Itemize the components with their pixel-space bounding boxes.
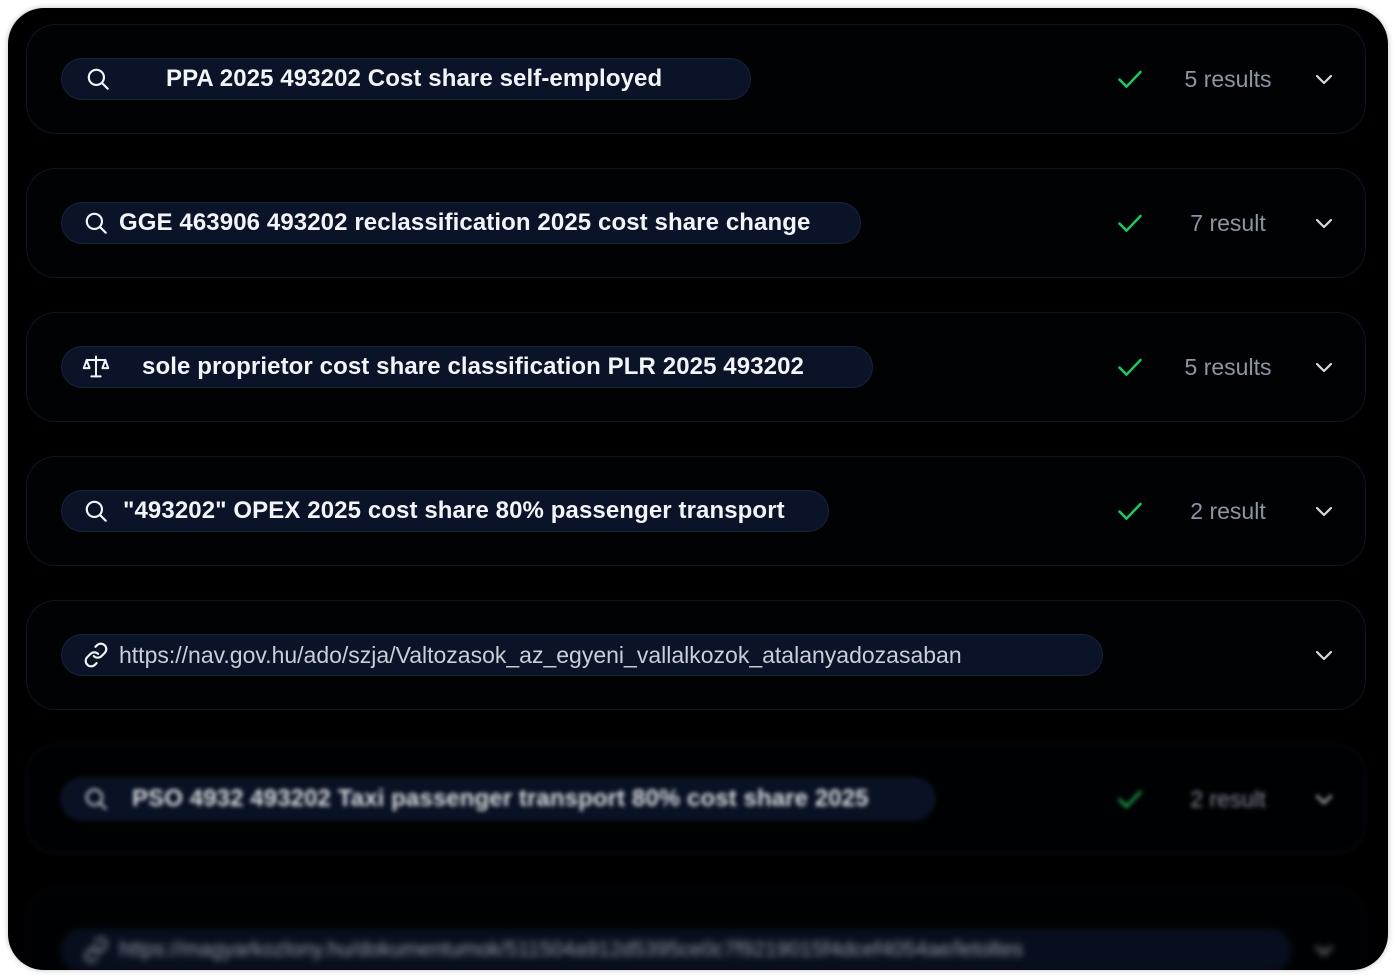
check-icon: [1115, 208, 1145, 238]
scales-icon: [82, 353, 110, 381]
check-icon: [1115, 496, 1145, 526]
results-panel: PPA 2025 493202 Cost share self-employed…: [8, 8, 1388, 970]
search-query-text: GGE 463906 493202 reclassification 2025 …: [119, 209, 811, 236]
chevron-down-icon[interactable]: [1309, 784, 1339, 814]
search-query-pill[interactable]: "493202" OPEX 2025 cost share 80% passen…: [61, 490, 829, 532]
step-status: 7 result: [1115, 202, 1339, 244]
check-icon: [1115, 64, 1145, 94]
step-status: 2 result: [1115, 490, 1339, 532]
fetched-url: https://magyarkozlony.hu/dokumentumok/51…: [119, 938, 1024, 961]
search-step-row[interactable]: PSO 4932 493202 Taxi passenger transport…: [26, 744, 1366, 854]
search-query-pill[interactable]: PPA 2025 493202 Cost share self-employed: [61, 58, 751, 100]
result-count: 2 result: [1190, 785, 1266, 812]
chevron-down-icon[interactable]: [1309, 208, 1339, 238]
search-step-row[interactable]: GGE 463906 493202 reclassification 2025 …: [26, 168, 1366, 278]
result-count: 5 results: [1184, 353, 1272, 380]
search-query-pill[interactable]: GGE 463906 493202 reclassification 2025 …: [61, 202, 861, 244]
search-icon: [82, 497, 110, 525]
link-icon: [82, 641, 110, 669]
step-status: 5 results: [1115, 346, 1339, 388]
fetch-step-row[interactable]: https://magyarkozlony.hu/dokumentumok/51…: [26, 888, 1366, 970]
search-icon: [82, 209, 110, 237]
result-count: 5 results: [1184, 65, 1272, 92]
url-pill[interactable]: https://nav.gov.hu/ado/szja/Valtozasok_a…: [61, 634, 1103, 676]
search-query-pill[interactable]: PSO 4932 493202 Taxi passenger transport…: [61, 778, 935, 820]
chevron-down-icon[interactable]: [1309, 935, 1339, 965]
fetch-step-row[interactable]: https://nav.gov.hu/ado/szja/Valtozasok_a…: [26, 600, 1366, 710]
result-count: 2 result: [1190, 497, 1266, 524]
chevron-down-icon[interactable]: [1309, 640, 1339, 670]
search-query-text: sole proprietor cost share classificatio…: [142, 353, 804, 380]
search-query-text: PSO 4932 493202 Taxi passenger transport…: [132, 785, 869, 812]
search-step-row[interactable]: "493202" OPEX 2025 cost share 80% passen…: [26, 456, 1366, 566]
fetched-url: https://nav.gov.hu/ado/szja/Valtozasok_a…: [119, 641, 962, 668]
check-icon: [1115, 784, 1145, 814]
search-query-pill[interactable]: sole proprietor cost share classificatio…: [61, 346, 873, 388]
search-step-row[interactable]: sole proprietor cost share classificatio…: [26, 312, 1366, 422]
result-count: 7 result: [1190, 209, 1266, 236]
search-query-text: "493202" OPEX 2025 cost share 80% passen…: [123, 497, 785, 524]
step-status: [1309, 634, 1339, 676]
chevron-down-icon[interactable]: [1309, 64, 1339, 94]
url-pill[interactable]: https://magyarkozlony.hu/dokumentumok/51…: [61, 929, 1291, 970]
step-status: [1309, 929, 1339, 970]
link-icon: [82, 936, 110, 964]
chevron-down-icon[interactable]: [1309, 352, 1339, 382]
check-icon: [1115, 352, 1145, 382]
step-status: 5 results: [1115, 58, 1339, 100]
search-icon: [82, 785, 110, 813]
search-step-row[interactable]: PPA 2025 493202 Cost share self-employed…: [26, 24, 1366, 134]
step-status: 2 result: [1115, 778, 1339, 820]
search-query-text: PPA 2025 493202 Cost share self-employed: [166, 65, 663, 92]
search-icon: [84, 65, 112, 93]
chevron-down-icon[interactable]: [1309, 496, 1339, 526]
